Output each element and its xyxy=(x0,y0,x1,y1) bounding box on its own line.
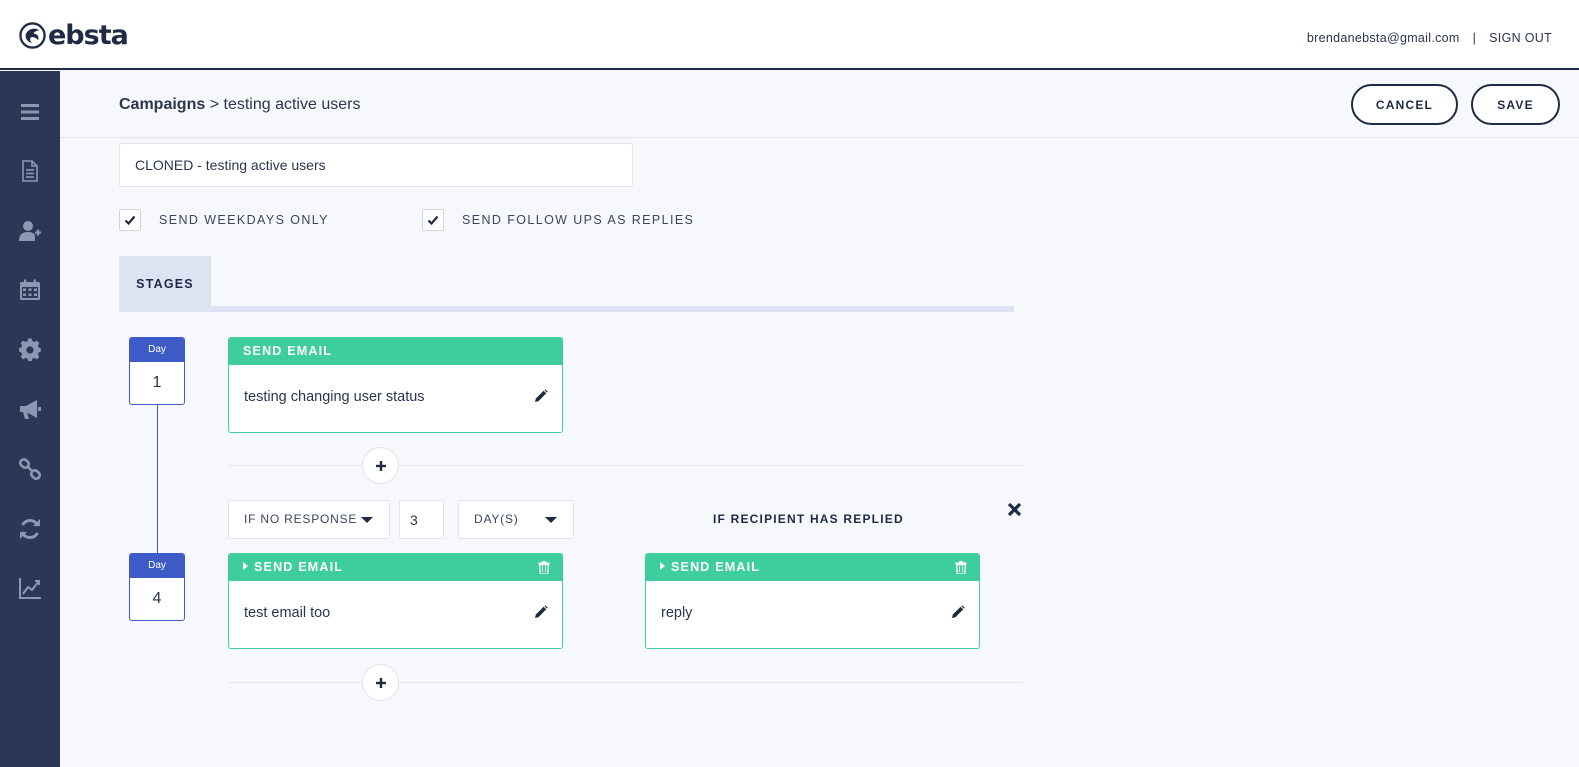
remove-stage-button[interactable] xyxy=(1006,501,1023,518)
tab-bar xyxy=(119,306,1014,312)
weekdays-only-checkbox[interactable] xyxy=(119,209,141,231)
card-title: SEND EMAIL xyxy=(671,560,761,574)
followups-as-replies-checkbox[interactable] xyxy=(422,209,444,231)
day-label: Day xyxy=(130,338,184,362)
calendar-icon[interactable] xyxy=(16,276,44,304)
delay-unit-select[interactable]: DAY(S) xyxy=(458,500,574,539)
ebsta-logo-icon xyxy=(19,22,46,49)
breadcrumb-current: testing active users xyxy=(223,96,361,113)
send-email-card: SEND EMAIL testing changing user status xyxy=(228,337,563,433)
campaign-name-input[interactable] xyxy=(119,143,633,187)
menu-icon[interactable] xyxy=(16,98,44,126)
tab-stages[interactable]: STAGES xyxy=(119,256,211,312)
trash-icon[interactable] xyxy=(955,561,967,574)
email-subject: testing changing user status xyxy=(244,389,425,405)
top-bar: ebsta brendanebsta@gmail.com | SIGN OUT xyxy=(0,0,1579,70)
card-body: testing changing user status xyxy=(229,365,562,432)
day-label: Day xyxy=(130,554,184,578)
add-user-icon[interactable] xyxy=(16,217,44,245)
user-area: brendanebsta@gmail.com | SIGN OUT xyxy=(1307,31,1552,45)
send-email-card: SEND EMAIL test email too xyxy=(228,553,563,649)
card-header: SEND EMAIL xyxy=(646,554,979,581)
checkmark-icon xyxy=(427,215,439,226)
close-icon xyxy=(1007,502,1022,517)
card-title: SEND EMAIL xyxy=(254,560,344,574)
day-marker: Day 4 xyxy=(129,553,185,621)
ebsta-logo[interactable]: ebsta xyxy=(19,20,129,51)
delay-amount-input[interactable] xyxy=(399,500,444,539)
save-button[interactable]: SAVE xyxy=(1471,84,1560,125)
megaphone-icon[interactable] xyxy=(16,395,44,423)
card-body: test email too xyxy=(229,581,562,648)
weekdays-only-label: SEND WEEKDAYS ONLY xyxy=(159,213,329,227)
stage-divider xyxy=(229,682,1023,683)
followups-as-replies-label: SEND FOLLOW UPS AS REPLIES xyxy=(462,213,695,227)
sidebar xyxy=(0,71,60,767)
card-header: SEND EMAIL xyxy=(229,554,562,581)
chevron-down-icon xyxy=(545,517,557,523)
card-title: SEND EMAIL xyxy=(229,338,562,365)
chart-icon[interactable] xyxy=(16,574,44,602)
cancel-button[interactable]: CANCEL xyxy=(1351,84,1458,125)
day-number: 1 xyxy=(152,374,162,391)
edit-pencil-icon[interactable] xyxy=(951,605,965,619)
plus-icon xyxy=(375,460,386,471)
gear-icon[interactable] xyxy=(16,336,44,364)
replied-branch-label: IF RECIPIENT HAS REPLIED xyxy=(713,512,904,526)
trigger-value: IF NO RESPONSE xyxy=(244,512,358,526)
sign-out-link[interactable]: SIGN OUT xyxy=(1489,31,1552,45)
add-stage-button[interactable] xyxy=(362,447,399,484)
refresh-icon[interactable] xyxy=(16,515,44,543)
user-separator: | xyxy=(1472,31,1477,45)
plus-icon xyxy=(375,677,386,688)
page-header: Campaigns > testing active users CANCEL … xyxy=(60,71,1579,138)
brand-name: ebsta xyxy=(48,20,129,51)
email-subject: test email too xyxy=(244,605,331,621)
delay-unit-value: DAY(S) xyxy=(474,512,519,526)
day-number: 4 xyxy=(152,590,162,607)
reply-send-email-card: SEND EMAIL reply xyxy=(645,553,980,649)
breadcrumb-campaigns[interactable]: Campaigns xyxy=(119,96,205,113)
breadcrumb: Campaigns > testing active users xyxy=(119,96,360,114)
edit-pencil-icon[interactable] xyxy=(534,389,548,403)
user-email: brendanebsta@gmail.com xyxy=(1306,31,1460,45)
breadcrumb-separator: > xyxy=(209,96,220,113)
expand-caret-icon[interactable] xyxy=(660,562,665,570)
document-icon[interactable] xyxy=(16,157,44,185)
trigger-select[interactable]: IF NO RESPONSE xyxy=(228,500,390,539)
day-marker: Day 1 xyxy=(129,337,185,405)
expand-caret-icon[interactable] xyxy=(243,562,248,570)
checkmark-icon xyxy=(124,215,136,226)
card-body: reply xyxy=(646,581,979,648)
email-subject: reply xyxy=(661,605,693,621)
timeline-connector xyxy=(157,403,158,555)
edit-pencil-icon[interactable] xyxy=(534,605,548,619)
add-stage-button[interactable] xyxy=(362,664,399,701)
trash-icon[interactable] xyxy=(538,561,550,574)
link-icon[interactable] xyxy=(16,455,44,483)
stage-divider xyxy=(229,465,1023,466)
chevron-down-icon xyxy=(361,517,373,523)
